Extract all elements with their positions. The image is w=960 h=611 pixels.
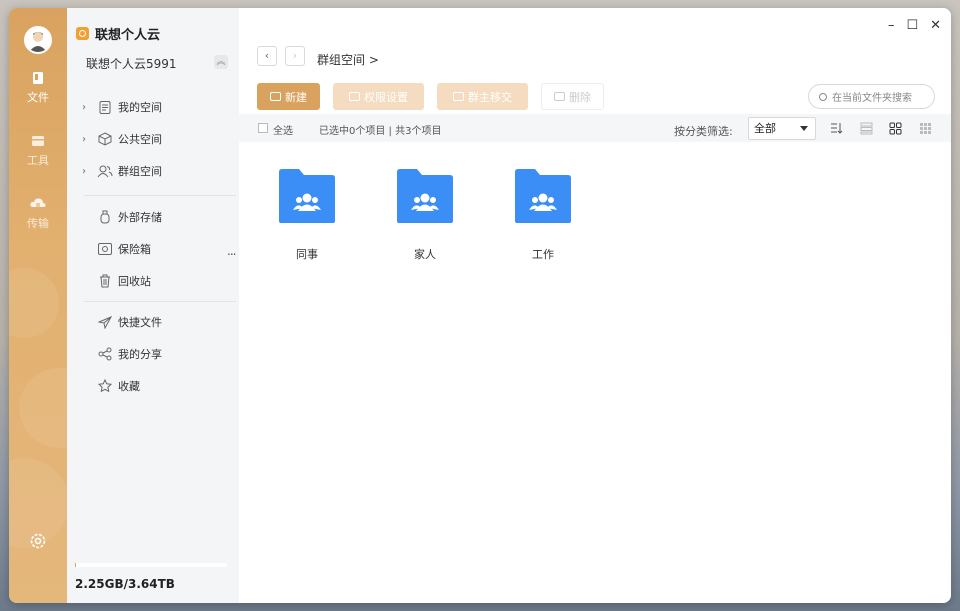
- delete-button-label: 删除: [569, 90, 591, 104]
- folder-item[interactable]: 工作: [503, 168, 583, 262]
- select-all-checkbox[interactable]: [258, 123, 268, 133]
- rail-item-tools[interactable]: 工具: [9, 133, 67, 168]
- user-avatar[interactable]: [24, 26, 52, 54]
- sidebar-item-quick-files[interactable]: 快捷文件: [82, 312, 162, 332]
- permission-icon: [349, 92, 360, 101]
- chevron-right-icon: ›: [82, 101, 86, 113]
- close-icon[interactable]: ✕: [930, 18, 941, 33]
- back-button[interactable]: ‹: [257, 46, 277, 66]
- app-window: 文件 工具 传输 联想个人云 联想个人云5991 ︽ › 我的空间 › 公共空间…: [9, 8, 951, 603]
- sidebar-item-favorites[interactable]: 收藏: [82, 376, 140, 396]
- divider: [84, 195, 236, 196]
- grid-view-icon[interactable]: [889, 122, 902, 135]
- permission-button[interactable]: 权限设置: [333, 83, 424, 110]
- plus-icon: [270, 92, 281, 101]
- sort-icon[interactable]: [830, 122, 843, 135]
- gear-icon: [30, 533, 46, 549]
- star-icon: [96, 379, 114, 393]
- storage-usage-text: 2.25GB/3.64TB: [75, 577, 175, 591]
- sidebar-item-label: 回收站: [118, 275, 151, 288]
- folder-name: 工作: [532, 248, 554, 261]
- filter-label: 按分类筛选:: [674, 125, 733, 138]
- left-rail: 文件 工具 传输: [9, 8, 67, 603]
- settings-button[interactable]: [28, 531, 48, 554]
- chevron-down-icon: [800, 126, 808, 131]
- selection-status: 已选中0个项目 | 共3个项目: [319, 126, 442, 137]
- search-input[interactable]: 在当前文件夹搜索: [808, 84, 935, 109]
- send-icon: [96, 315, 114, 329]
- maximize-icon[interactable]: ☐: [906, 18, 918, 33]
- folder-item[interactable]: 同事: [267, 168, 347, 262]
- sidebar-item-label: 公共空间: [118, 133, 162, 146]
- app-brand: 联想个人云: [76, 24, 160, 43]
- collapse-icon[interactable]: ︽: [214, 55, 228, 69]
- more-icon[interactable]: ...: [227, 244, 237, 258]
- document-icon: [96, 100, 114, 114]
- storage-usage-bar: [75, 563, 227, 567]
- sidebar: 联想个人云 联想个人云5991 ︽ › 我的空间 › 公共空间 › 群组空间 外…: [67, 8, 239, 603]
- select-all-label[interactable]: 全选: [273, 122, 293, 137]
- sidebar-item-recycle-bin[interactable]: 回收站: [82, 271, 151, 291]
- group-folder-icon: [397, 169, 453, 223]
- sidebar-item-my-space[interactable]: › 我的空间: [82, 97, 162, 117]
- sidebar-item-safe[interactable]: 保险箱: [82, 239, 151, 259]
- sidebar-item-label: 外部存储: [118, 211, 162, 224]
- new-button[interactable]: 新建: [257, 83, 320, 110]
- sidebar-item-public-space[interactable]: › 公共空间: [82, 129, 162, 149]
- sidebar-item-label: 我的空间: [118, 101, 162, 114]
- rail-item-label: 传输: [27, 217, 49, 230]
- group-folder-icon: [515, 169, 571, 223]
- cloud-transfer-icon: [30, 198, 46, 210]
- rail-item-label: 工具: [27, 154, 49, 167]
- folder-item[interactable]: 家人: [385, 168, 465, 262]
- new-button-label: 新建: [285, 90, 307, 104]
- group-folder-icon: [279, 169, 335, 223]
- category-filter-select[interactable]: 全部: [748, 117, 816, 140]
- filter-bar: 全选 已选中0个项目 | 共3个项目 按分类筛选: 全部: [239, 114, 951, 142]
- sidebar-item-label: 快捷文件: [118, 316, 162, 329]
- small-grid-view-icon[interactable]: [919, 122, 932, 135]
- divider: [84, 301, 236, 302]
- user-icon: [453, 92, 464, 101]
- breadcrumb[interactable]: 群组空间 >: [317, 51, 379, 68]
- rail-item-files[interactable]: 文件: [9, 70, 67, 105]
- filter-value: 全部: [754, 122, 776, 135]
- sidebar-item-label: 我的分享: [118, 348, 162, 361]
- sidebar-item-external-storage[interactable]: 外部存储: [82, 207, 162, 227]
- main-panel: – ☐ ✕ ‹ › 群组空间 > 新建 权限设置 群主移交 删除 在当前文件夹搜…: [239, 8, 951, 603]
- window-controls: – ☐ ✕: [888, 18, 941, 33]
- account-name[interactable]: 联想个人云5991: [86, 55, 177, 72]
- sidebar-item-label: 群组空间: [118, 165, 162, 178]
- delete-button[interactable]: 删除: [541, 83, 604, 110]
- transfer-owner-button-label: 群主移交: [468, 90, 512, 104]
- list-view-icon[interactable]: [860, 122, 873, 135]
- rail-item-transfer[interactable]: 传输: [9, 196, 67, 231]
- trash-icon: [554, 92, 565, 101]
- search-placeholder: 在当前文件夹搜索: [832, 93, 912, 104]
- trash-icon: [96, 274, 114, 288]
- usb-icon: [96, 210, 114, 224]
- folder-name: 家人: [414, 248, 436, 261]
- file-icon: [33, 72, 43, 84]
- permission-button-label: 权限设置: [364, 90, 408, 104]
- box-icon: [96, 132, 114, 146]
- sidebar-item-label: 收藏: [118, 380, 140, 393]
- search-icon: [819, 92, 827, 101]
- app-title: 联想个人云: [95, 28, 161, 43]
- safe-icon: [96, 242, 114, 256]
- minimize-icon[interactable]: –: [888, 18, 895, 33]
- sidebar-item-group-space[interactable]: › 群组空间: [82, 161, 162, 181]
- forward-button[interactable]: ›: [285, 46, 305, 66]
- rail-item-label: 文件: [27, 91, 49, 104]
- chevron-right-icon: ›: [82, 165, 86, 177]
- transfer-owner-button[interactable]: 群主移交: [437, 83, 528, 110]
- folder-name: 同事: [296, 248, 318, 261]
- sidebar-item-label: 保险箱: [118, 243, 151, 256]
- app-logo-icon: [76, 27, 89, 40]
- share-icon: [96, 347, 114, 361]
- toolbox-icon: [32, 136, 44, 146]
- sidebar-item-my-shares[interactable]: 我的分享: [82, 344, 162, 364]
- group-icon: [96, 164, 114, 178]
- chevron-right-icon: ›: [82, 133, 86, 145]
